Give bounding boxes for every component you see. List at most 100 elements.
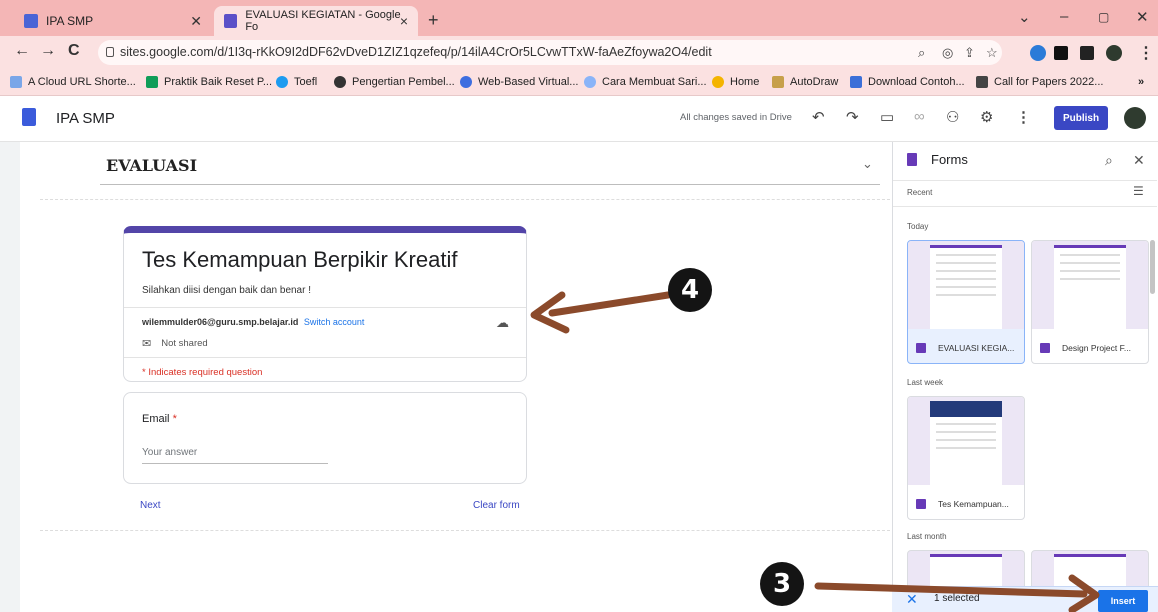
browser-menu-icon[interactable]: ⋮ <box>1138 43 1154 63</box>
required-note: * Indicates required question <box>142 367 263 378</box>
close-window-button[interactable]: ✕ <box>1136 8 1149 26</box>
form-tile-tes-kemampuan[interactable]: Tes Kemampuan... <box>907 396 1025 520</box>
add-person-icon[interactable]: ⚇ <box>946 108 959 126</box>
profile-avatar[interactable] <box>1106 45 1122 61</box>
divider <box>893 206 1157 207</box>
pin-icon <box>584 76 596 88</box>
bookmark-item[interactable]: Call for Papers 2022... <box>976 76 1103 88</box>
more-bookmarks-button[interactable]: » <box>1138 76 1144 88</box>
forward-arrow-icon[interactable]: → <box>40 42 56 60</box>
section-boundary <box>40 199 890 200</box>
sort-recent-dropdown[interactable]: Recent <box>907 188 932 197</box>
arrow-to-form <box>530 291 672 334</box>
bookmark-label: Home <box>730 76 760 88</box>
preview-icon[interactable]: ▭ <box>880 108 894 126</box>
bookmark-item[interactable]: AutoDraw <box>772 76 838 88</box>
form-tile-partial[interactable] <box>907 550 1025 590</box>
form-tile-label: Tes Kemampuan... <box>916 499 1009 509</box>
sites-favicon-icon <box>24 14 38 28</box>
address-bar[interactable]: sites.google.com/d/1I3q-rKkO9I2dDF62vDve… <box>98 40 1002 65</box>
bookmark-item[interactable]: A Cloud URL Shorte... <box>10 76 136 88</box>
home-icon <box>712 76 724 88</box>
extension-icon[interactable] <box>1030 45 1046 61</box>
form-tile-name: Tes Kemampuan... <box>938 499 1009 509</box>
bookmark-star-icon[interactable]: ☆ <box>986 45 998 61</box>
bookmark-label: Toefl <box>294 76 318 88</box>
settings-gear-icon[interactable]: ⚙ <box>980 108 993 126</box>
close-icon[interactable]: ✕ <box>1133 152 1145 169</box>
form-thumbnail <box>908 241 1024 329</box>
section-boundary <box>40 530 890 531</box>
new-tab-button[interactable]: + <box>428 10 439 31</box>
user-avatar[interactable] <box>1124 107 1146 129</box>
divider <box>124 307 526 308</box>
tab-ipa-smp[interactable]: IPA SMP ✕ <box>14 6 212 36</box>
browser-tab-strip: IPA SMP ✕ EVALUASI KEGIATAN - Google Fo … <box>0 0 1158 36</box>
panel-header: Forms <box>907 152 968 167</box>
bookmark-item[interactable]: Home <box>712 76 759 88</box>
not-shared-label: Not shared <box>161 338 208 349</box>
back-arrow-icon[interactable]: ← <box>14 42 30 60</box>
pkp-icon <box>976 76 988 88</box>
list-view-icon[interactable]: ☰ <box>1133 184 1144 198</box>
close-tab-icon[interactable]: ✕ <box>190 13 202 30</box>
search-icon[interactable]: ⌕ <box>1105 152 1113 169</box>
next-button[interactable]: Next <box>140 500 161 511</box>
sites-app-bar: IPA SMP All changes saved in Drive ↶ ↷ ▭… <box>0 96 1158 142</box>
insert-button[interactable]: Insert <box>1098 590 1148 612</box>
bookmark-icon <box>460 76 472 88</box>
tab-evaluasi-kegiatan[interactable]: EVALUASI KEGIATAN - Google Fo × <box>214 6 418 36</box>
side-panel-icon[interactable] <box>1080 46 1094 60</box>
group-label-today: Today <box>907 222 929 231</box>
bookmark-label: AutoDraw <box>790 76 839 88</box>
eye-off-icon[interactable]: ◎ <box>942 45 953 61</box>
panel-scrollbar[interactable] <box>1150 240 1155 294</box>
bookmark-item[interactable]: Pengertian Pembel... <box>334 76 455 88</box>
link-icon[interactable]: ∞ <box>914 108 925 125</box>
publish-button[interactable]: Publish <box>1054 106 1108 130</box>
bookmark-item[interactable]: Toefl <box>276 76 317 88</box>
reload-icon[interactable]: C <box>68 42 80 60</box>
chevron-down-icon[interactable]: ⌄ <box>862 156 873 172</box>
google-sites-logo-icon[interactable] <box>22 108 36 126</box>
section-divider <box>100 184 880 185</box>
bookmark-item[interactable]: Praktik Baik Reset P... <box>146 76 272 88</box>
tab-search-icon[interactable]: ⌄ <box>1018 8 1031 26</box>
bookmark-label: Pengertian Pembel... <box>352 76 455 88</box>
group-label-last-week: Last week <box>907 378 944 387</box>
share-icon[interactable]: ⇪ <box>964 45 975 61</box>
clear-selection-icon[interactable]: ✕ <box>906 591 918 608</box>
extensions-puzzle-icon[interactable] <box>1054 46 1068 60</box>
bookmark-label: Web-Based Virtual... <box>478 76 579 88</box>
cloud-icon: ☁ <box>496 315 509 330</box>
form-tile-design-project[interactable]: Design Project F... <box>1031 240 1149 364</box>
account-email: wilemmulder06@guru.smp.belajar.id <box>142 317 299 327</box>
bookmark-icon <box>146 76 158 88</box>
clear-form-button[interactable]: Clear form <box>473 500 520 511</box>
form-tile-partial[interactable] <box>1031 550 1149 590</box>
bookmark-item[interactable]: Download Contoh... <box>850 76 965 88</box>
close-tab-icon[interactable]: × <box>400 13 408 29</box>
panel-title: Forms <box>931 152 968 167</box>
divider <box>124 357 526 358</box>
bookmarks-bar: A Cloud URL Shorte... Praktik Baik Reset… <box>0 68 1158 96</box>
more-options-icon[interactable]: ⋮ <box>1016 108 1031 126</box>
required-star: * <box>172 413 177 425</box>
forms-insert-panel: Forms ⌕ ✕ Recent ☰ Today EVALUASI KEGIA.… <box>892 142 1158 612</box>
maximize-button[interactable]: ▢ <box>1098 10 1109 24</box>
forms-icon <box>916 343 926 353</box>
bookmark-item[interactable]: Web-Based Virtual... <box>460 76 578 88</box>
site-name[interactable]: IPA SMP <box>56 110 115 127</box>
redo-icon[interactable]: ↷ <box>846 108 859 126</box>
undo-icon[interactable]: ↶ <box>812 108 825 126</box>
section-title[interactable]: EVALUASI <box>106 156 197 175</box>
zoom-icon[interactable]: ⌕ <box>918 45 925 61</box>
bookmark-item[interactable]: Cara Membuat Sari... <box>584 76 707 88</box>
minimize-button[interactable]: – <box>1060 8 1068 25</box>
email-answer-input[interactable]: Your answer <box>142 447 328 464</box>
form-tile-evaluasi[interactable]: EVALUASI KEGIA... <box>907 240 1025 364</box>
canvas-gutter <box>0 142 20 612</box>
switch-account-link[interactable]: Switch account <box>304 317 365 327</box>
form-tile-name: Design Project F... <box>1062 343 1131 353</box>
url-text[interactable]: sites.google.com/d/1I3q-rKkO9I2dDF62vDve… <box>120 45 712 59</box>
